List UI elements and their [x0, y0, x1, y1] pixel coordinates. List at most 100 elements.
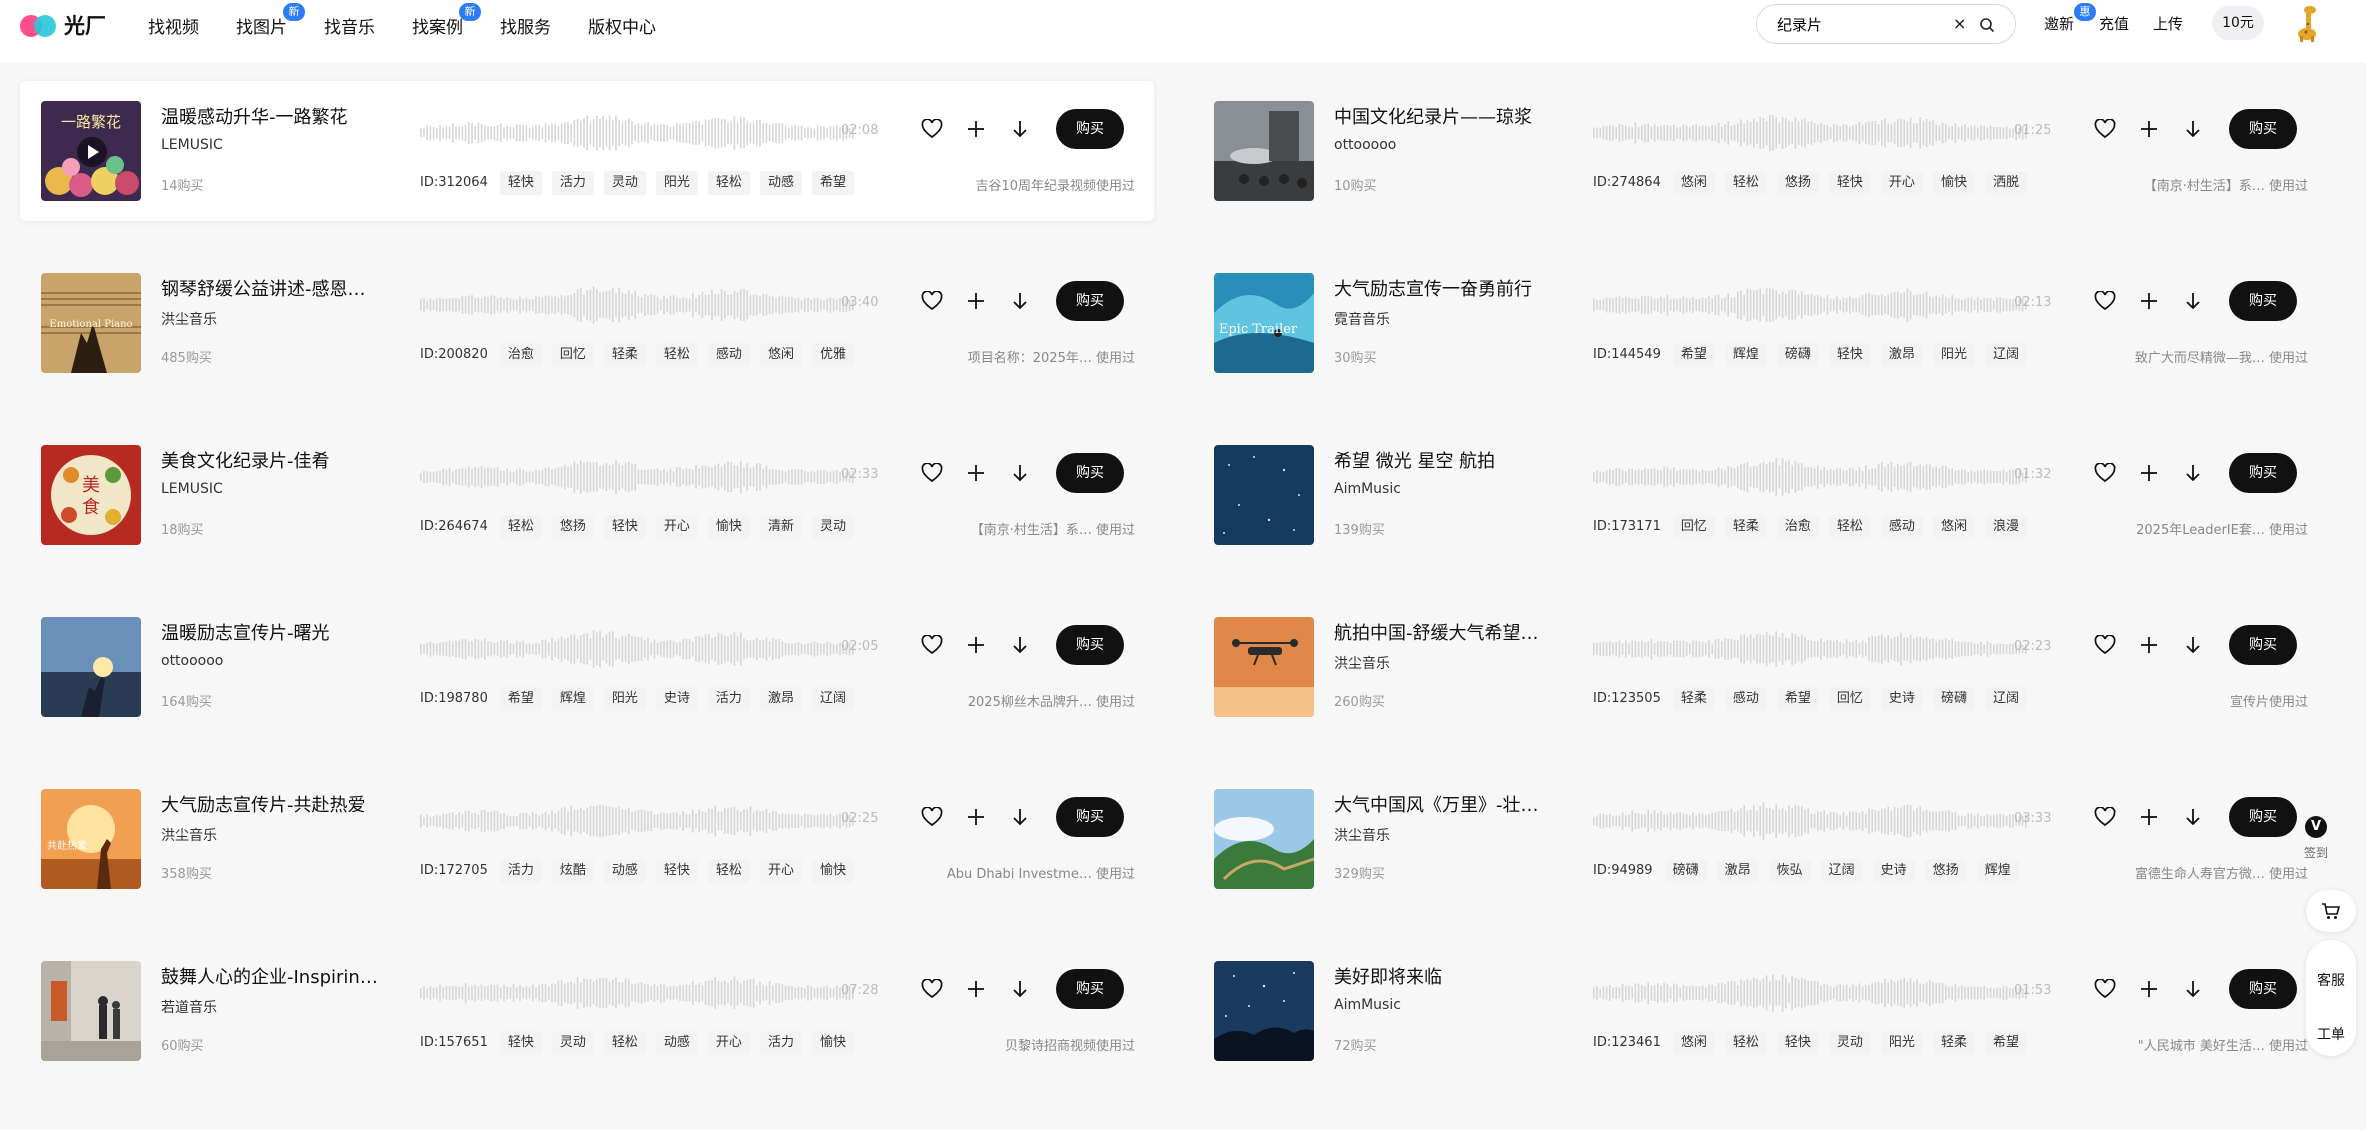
- track-cover[interactable]: [41, 617, 141, 717]
- favorite-heart-icon[interactable]: [920, 461, 944, 485]
- track-card[interactable]: Emotional Piano 钢琴舒缓公益讲述-感恩… 洪尘音乐 485购买 …: [20, 253, 1154, 393]
- tag[interactable]: 史诗: [1880, 687, 1923, 711]
- play-icon[interactable]: [77, 137, 107, 167]
- favorite-heart-icon[interactable]: [920, 633, 944, 657]
- nav-item-cases[interactable]: 找案例新: [412, 3, 481, 38]
- track-card[interactable]: 鼓舞人心的企业-Inspirin… 若道音乐 60购买 07:28 ID:157…: [20, 941, 1154, 1081]
- buy-button[interactable]: 购买: [2229, 969, 2297, 1009]
- track-cover[interactable]: [1214, 961, 1314, 1061]
- tag[interactable]: 辽阔: [1820, 859, 1863, 883]
- track-cover[interactable]: [41, 961, 141, 1061]
- tag[interactable]: 希望: [811, 171, 854, 195]
- tag[interactable]: 轻松: [707, 859, 750, 883]
- tag[interactable]: 辽阔: [1984, 687, 2027, 711]
- recharge-link[interactable]: 充值: [2099, 13, 2129, 34]
- favorite-heart-icon[interactable]: [2093, 117, 2117, 141]
- track-cover[interactable]: [1214, 445, 1314, 545]
- waveform[interactable]: [1593, 455, 2029, 499]
- waveform[interactable]: [1593, 111, 2029, 155]
- tag[interactable]: 悠扬: [1924, 859, 1967, 883]
- favorite-heart-icon[interactable]: [2093, 805, 2117, 829]
- track-card[interactable]: 希望 微光 星空 航拍 AimMusic 139购买 01:32 ID:1731…: [1193, 425, 2327, 565]
- favorite-heart-icon[interactable]: [920, 805, 944, 829]
- tag[interactable]: 轻柔: [603, 343, 646, 367]
- track-title[interactable]: 美食文化纪录片-佳肴: [161, 447, 381, 473]
- track-title[interactable]: 美好即将来临: [1334, 963, 1554, 989]
- favorite-heart-icon[interactable]: [920, 117, 944, 141]
- track-author[interactable]: 洪尘音乐: [161, 825, 217, 845]
- download-arrow-icon[interactable]: [2181, 117, 2205, 141]
- tag[interactable]: 辽阔: [811, 687, 854, 711]
- tag[interactable]: 辉煌: [1724, 343, 1767, 367]
- download-arrow-icon[interactable]: [2181, 633, 2205, 657]
- tag[interactable]: 辉煌: [1976, 859, 2019, 883]
- track-title[interactable]: 鼓舞人心的企业-Inspirin…: [161, 963, 381, 989]
- tag[interactable]: 轻松: [655, 343, 698, 367]
- waveform[interactable]: [1593, 627, 2029, 671]
- track-author[interactable]: 洪尘音乐: [1334, 653, 1390, 673]
- download-arrow-icon[interactable]: [1008, 805, 1032, 829]
- track-cover[interactable]: [1214, 617, 1314, 717]
- tag[interactable]: 轻快: [1828, 343, 1871, 367]
- tag[interactable]: 洒脱: [1984, 171, 2027, 195]
- waveform[interactable]: [420, 455, 856, 499]
- tag[interactable]: 清新: [759, 515, 802, 539]
- favorite-heart-icon[interactable]: [920, 289, 944, 313]
- tag[interactable]: 治愈: [1776, 515, 1819, 539]
- track-title[interactable]: 钢琴舒缓公益讲述-感恩…: [161, 275, 381, 301]
- tag[interactable]: 悠闲: [1672, 1031, 1715, 1055]
- track-title[interactable]: 航拍中国-舒缓大气希望…: [1334, 619, 1554, 645]
- tag[interactable]: 辽阔: [1984, 343, 2027, 367]
- invite-link[interactable]: 邀新 惠: [2044, 3, 2097, 34]
- track-cover[interactable]: 共赴热爱: [41, 789, 141, 889]
- tag[interactable]: 炫酷: [551, 859, 594, 883]
- track-title[interactable]: 希望 微光 星空 航拍: [1334, 447, 1554, 473]
- add-plus-icon[interactable]: [964, 805, 988, 829]
- tag[interactable]: 灵动: [811, 515, 854, 539]
- tag[interactable]: 愉快: [707, 515, 750, 539]
- tag[interactable]: 阳光: [1932, 343, 1975, 367]
- track-title[interactable]: 大气中国风《万里》-壮…: [1334, 791, 1554, 817]
- waveform[interactable]: [420, 111, 856, 155]
- download-arrow-icon[interactable]: [2181, 289, 2205, 313]
- tag[interactable]: 希望: [1984, 1031, 2027, 1055]
- tag[interactable]: 活力: [759, 1031, 802, 1055]
- nav-item-services[interactable]: 找服务: [500, 13, 551, 38]
- download-arrow-icon[interactable]: [1008, 117, 1032, 141]
- tag[interactable]: 动感: [759, 171, 802, 195]
- tag[interactable]: 优雅: [811, 343, 854, 367]
- buy-button[interactable]: 购买: [2229, 797, 2297, 837]
- tag[interactable]: 轻快: [603, 515, 646, 539]
- track-cover[interactable]: 一路繁花: [41, 101, 141, 201]
- tag[interactable]: 悠扬: [551, 515, 594, 539]
- tag[interactable]: 愉快: [811, 1031, 854, 1055]
- track-card[interactable]: 大气中国风《万里》-壮… 洪尘音乐 329购买 03:33 ID:94989 磅…: [1193, 769, 2327, 909]
- track-card[interactable]: 温暖励志宣传片-曙光 ottooooo 164购买 02:05 ID:19878…: [20, 597, 1154, 737]
- tag[interactable]: 治愈: [499, 343, 542, 367]
- tag[interactable]: 灵动: [551, 1031, 594, 1055]
- tag[interactable]: 轻松: [1828, 515, 1871, 539]
- track-title[interactable]: 温暖感动升华-一路繁花: [161, 103, 381, 129]
- waveform[interactable]: [420, 627, 856, 671]
- tag[interactable]: 轻柔: [1724, 515, 1767, 539]
- tag[interactable]: 动感: [603, 859, 646, 883]
- site-logo[interactable]: 光厂: [20, 10, 106, 40]
- add-plus-icon[interactable]: [2137, 461, 2161, 485]
- add-plus-icon[interactable]: [964, 977, 988, 1001]
- download-arrow-icon[interactable]: [1008, 977, 1032, 1001]
- track-cover[interactable]: Epic Trailer: [1214, 273, 1314, 373]
- track-author[interactable]: ottooooo: [161, 653, 223, 669]
- waveform[interactable]: [1593, 283, 2029, 327]
- buy-button[interactable]: 购买: [2229, 281, 2297, 321]
- waveform[interactable]: [420, 971, 856, 1015]
- tag[interactable]: 轻快: [499, 171, 542, 195]
- add-plus-icon[interactable]: [2137, 289, 2161, 313]
- avatar[interactable]: [2294, 4, 2324, 48]
- download-arrow-icon[interactable]: [1008, 461, 1032, 485]
- add-plus-icon[interactable]: [964, 461, 988, 485]
- tag[interactable]: 开心: [759, 859, 802, 883]
- tag[interactable]: 灵动: [603, 171, 646, 195]
- track-author[interactable]: 洪尘音乐: [1334, 825, 1390, 845]
- add-plus-icon[interactable]: [964, 117, 988, 141]
- tag[interactable]: 动感: [655, 1031, 698, 1055]
